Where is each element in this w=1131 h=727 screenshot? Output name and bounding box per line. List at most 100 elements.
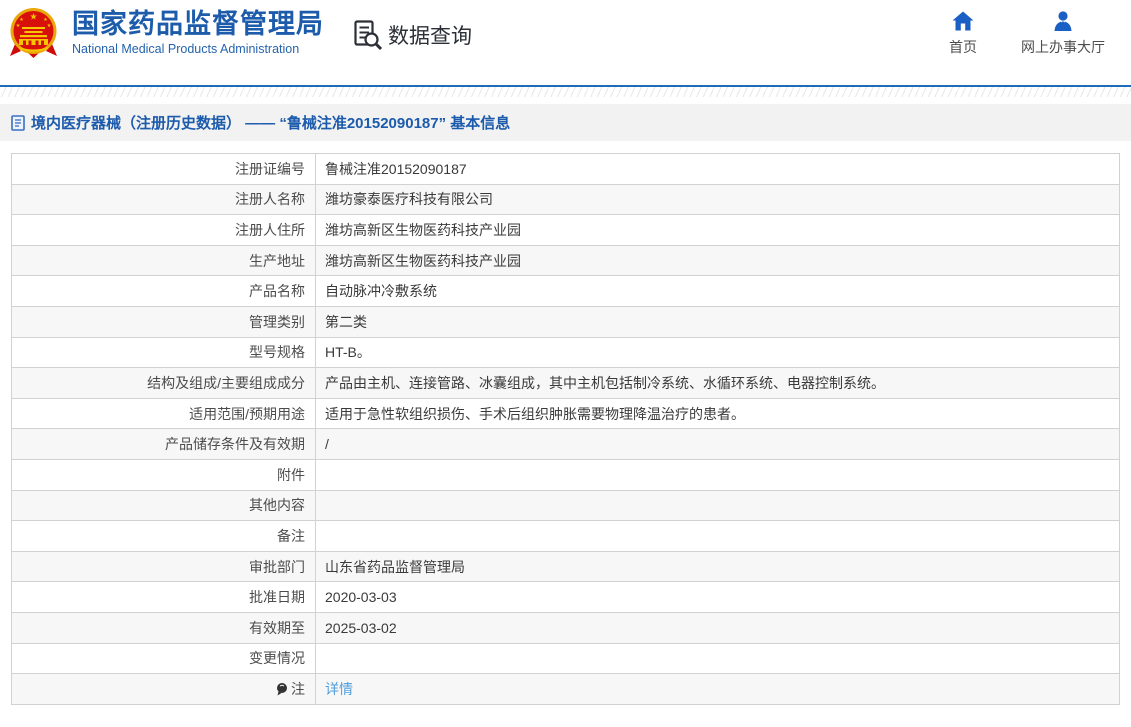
row-value: 第二类 <box>315 305 1120 338</box>
row-label: 生产地址 <box>11 244 316 277</box>
site-subtitle: National Medical Products Administration <box>72 42 300 56</box>
row-label: 注册人名称 <box>11 183 316 216</box>
row-value: / <box>315 428 1120 460</box>
row-label: 注 <box>11 673 316 705</box>
row-value <box>315 520 1120 552</box>
row-value <box>315 489 1120 522</box>
row-label: 产品名称 <box>11 275 316 307</box>
table-row: 型号规格 HT-B。 <box>11 336 1120 369</box>
row-value-text: 2020-03-03 <box>325 589 397 606</box>
table-row: 产品储存条件及有效期 / <box>11 428 1120 460</box>
svg-text:★: ★ <box>29 12 37 22</box>
nav-service-hall[interactable]: 网上办事大厅 <box>1021 11 1105 57</box>
row-label-text: 注册人名称 <box>235 191 305 208</box>
row-value: 潍坊豪泰医疗科技有限公司 <box>315 183 1120 216</box>
row-label-text: 批准日期 <box>249 589 305 606</box>
row-value: 潍坊高新区生物医药科技产业园 <box>315 244 1120 277</box>
page-title: 境内医疗器械（注册历史数据） —— “鲁械注准20152090187” 基本信息 <box>31 115 511 132</box>
row-label: 产品储存条件及有效期 <box>11 428 316 460</box>
row-label-text: 生产地址 <box>249 252 305 269</box>
page-title-bar: 境内医疗器械（注册历史数据） —— “鲁械注准20152090187” 基本信息 <box>0 104 1131 141</box>
top-nav: 首页 网上办事大厅 <box>949 11 1105 57</box>
site-title: 国家药品监督管理局 <box>72 9 324 39</box>
row-value-text: 产品由主机、连接管路、冰囊组成，其中主机包括制冷系统、水循环系统、电器控制系统。 <box>325 374 885 391</box>
brand[interactable]: ★ ★ ★ ★ ★ 国家药品监督管理局 National Medical Pro… <box>7 6 324 59</box>
nav-home-label: 首页 <box>949 39 977 55</box>
row-value-text: / <box>325 436 329 453</box>
row-value-text: 自动脉冲冷敷系统 <box>325 283 437 300</box>
row-label: 管理类别 <box>11 305 316 338</box>
row-label: 其他内容 <box>11 489 316 522</box>
row-value: 适用于急性软组织损伤、手术后组织肿胀需要物理降温治疗的患者。 <box>315 397 1120 430</box>
row-value <box>315 642 1120 675</box>
row-label: 附件 <box>11 458 316 491</box>
table-row: 批准日期 2020-03-03 <box>11 581 1120 613</box>
nav-home[interactable]: 首页 <box>949 11 977 57</box>
row-label-text: 注册证编号 <box>235 160 305 177</box>
svg-text:★: ★ <box>47 23 52 29</box>
nav-service-hall-label: 网上办事大厅 <box>1021 39 1105 55</box>
spacer <box>0 97 1131 104</box>
row-label-text: 注 <box>291 680 305 697</box>
info-table: 注册证编号 鲁械注准20152090187 注册人名称 潍坊豪泰医疗科技有限公司 注册人… <box>11 153 1120 705</box>
row-label-text: 审批部门 <box>249 558 305 575</box>
row-label-text: 产品储存条件及有效期 <box>165 436 305 453</box>
table-row: 结构及组成/主要组成成分 产品由主机、连接管路、冰囊组成，其中主机包括制冷系统、水… <box>11 367 1120 399</box>
row-value <box>315 458 1120 491</box>
table-row: 生产地址 潍坊高新区生物医药科技产业园 <box>11 244 1120 277</box>
data-query-tab[interactable]: 数据查询 <box>353 19 472 51</box>
row-label: 备注 <box>11 520 316 552</box>
table-row: 有效期至 2025-03-02 <box>11 611 1120 644</box>
user-icon <box>1054 11 1072 31</box>
table-row: 其他内容 <box>11 489 1120 522</box>
row-value-text: 潍坊高新区生物医药科技产业园 <box>325 221 521 238</box>
table-row: 管理类别 第二类 <box>11 305 1120 338</box>
site-header: ★ ★ ★ ★ ★ 国家药品监督管理局 National Medical Pro… <box>0 0 1131 85</box>
row-label: 注册人住所 <box>11 214 316 246</box>
row-label-text: 变更情况 <box>249 650 305 667</box>
page: ★ ★ ★ ★ ★ 国家药品监督管理局 National Medical Pro… <box>0 0 1131 705</box>
svg-text:★: ★ <box>16 23 21 29</box>
row-value-text: 鲁械注准20152090187 <box>325 160 467 177</box>
row-label-text: 其他内容 <box>249 497 305 514</box>
row-value-text: 第二类 <box>325 313 367 330</box>
row-label-text: 产品名称 <box>249 283 305 300</box>
row-label: 有效期至 <box>11 611 316 644</box>
row-value: 潍坊高新区生物医药科技产业园 <box>315 214 1120 246</box>
table-row: 注册人名称 潍坊豪泰医疗科技有限公司 <box>11 183 1120 216</box>
row-value: 山东省药品监督管理局 <box>315 550 1120 583</box>
row-label-text: 注册人住所 <box>235 221 305 238</box>
row-label: 适用范围/预期用途 <box>11 397 316 430</box>
row-value-text: 山东省药品监督管理局 <box>325 558 465 575</box>
row-label-text: 有效期至 <box>249 619 305 636</box>
row-label: 型号规格 <box>11 336 316 369</box>
table-row: 附件 <box>11 458 1120 491</box>
table-wrap: 注册证编号 鲁械注准20152090187 注册人名称 潍坊豪泰医疗科技有限公司 注册人… <box>11 153 1120 705</box>
row-label: 注册证编号 <box>11 153 316 185</box>
info-table-body: 注册证编号 鲁械注准20152090187 注册人名称 潍坊豪泰医疗科技有限公司 注册人… <box>11 153 1120 705</box>
table-row: 注册证编号 鲁械注准20152090187 <box>11 153 1120 185</box>
row-value: 2020-03-03 <box>315 581 1120 613</box>
row-value: 2025-03-02 <box>315 611 1120 644</box>
hatch-band <box>0 87 1131 97</box>
row-label-text: 结构及组成/主要组成成分 <box>147 374 305 391</box>
row-value-text: 适用于急性软组织损伤、手术后组织肿胀需要物理降温治疗的患者。 <box>325 405 745 422</box>
row-value: HT-B。 <box>315 336 1120 369</box>
row-value: 自动脉冲冷敷系统 <box>315 275 1120 307</box>
row-value-text: 潍坊高新区生物医药科技产业园 <box>325 252 521 269</box>
row-value-text: HT-B。 <box>325 344 371 361</box>
detail-link[interactable]: 详情 <box>325 681 353 697</box>
table-row: 备注 <box>11 520 1120 552</box>
brand-text: 国家药品监督管理局 National Medical Products Admi… <box>72 9 324 56</box>
row-label: 变更情况 <box>11 642 316 675</box>
row-label: 审批部门 <box>11 550 316 583</box>
row-label-text: 型号规格 <box>249 344 305 361</box>
home-icon <box>952 11 974 31</box>
row-value-text: 2025-03-02 <box>325 619 397 636</box>
row-label-text: 附件 <box>277 466 305 483</box>
note-icon <box>277 682 287 696</box>
data-query-label: 数据查询 <box>388 25 472 48</box>
row-label-text: 管理类别 <box>249 313 305 330</box>
row-value-text: 潍坊豪泰医疗科技有限公司 <box>325 191 493 208</box>
row-value: 鲁械注准20152090187 <box>315 153 1120 185</box>
